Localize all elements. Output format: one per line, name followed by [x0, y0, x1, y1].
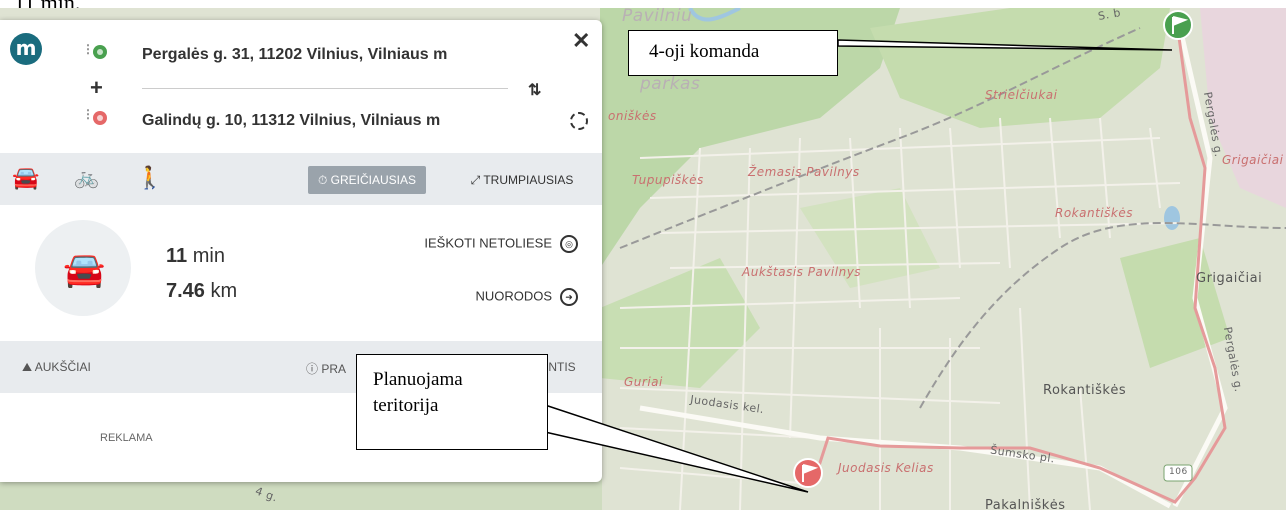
origin-pin-icon — [93, 45, 107, 59]
map-label-zemasis-pavilnys: Žemasis Pavilnys — [748, 165, 860, 179]
map-label-juodasis-kelias: Juodasis Kelias — [838, 461, 934, 475]
walk-mode-icon[interactable]: 🚶 — [136, 165, 163, 191]
map-label-rokantiskes: Rokantiškės — [1043, 383, 1127, 398]
origin-fade — [448, 44, 508, 66]
map-label-aukstasis-pavilnys: Aukštasis Pavilnys — [742, 265, 862, 279]
elevation-label: AUKŠČIAI — [34, 360, 91, 374]
search-nearby-icon: ◎ — [560, 235, 578, 253]
advertisement-label: REKLAMA — [100, 432, 153, 444]
map-label-guriai: Guriai — [624, 375, 663, 389]
map-label-strielciukai: Strielčiukai — [985, 88, 1058, 102]
directions-icon: ➜ — [560, 288, 578, 306]
bike-mode-icon[interactable]: 🚲 — [74, 165, 99, 190]
distance-value: 7.46 — [166, 280, 205, 302]
duration-value: 11 — [166, 245, 188, 267]
add-stop-icon[interactable]: + — [90, 75, 103, 101]
search-nearby-link[interactable]: IEŠKOTI NETOLIESE ◎ — [410, 235, 578, 253]
car-summary-circle: 🚘 — [35, 220, 131, 316]
drag-handle-destination-icon[interactable]: ⋮ — [82, 108, 94, 120]
duration-stat: 11 min — [166, 245, 225, 268]
distance-stat: 7.46 km — [166, 280, 237, 303]
map-label-grigaiciai: Grigaičiai — [1196, 271, 1263, 286]
planned-territory-callout: Planuojama teritorija — [356, 354, 548, 450]
duration-unit: min — [192, 245, 225, 267]
locate-icon[interactable] — [570, 112, 588, 130]
app-logo[interactable]: m — [10, 33, 42, 65]
destination-pin-icon — [93, 111, 107, 125]
share-button[interactable]: INTIS — [545, 360, 576, 374]
planned-callout-line2: teritorija — [373, 395, 439, 416]
map-road-number-106: 106 — [1169, 467, 1188, 477]
map-label-grigaiciai-italic: Grigaičiai — [1222, 153, 1284, 167]
report-button[interactable]: ⓘ PRA — [306, 360, 346, 377]
search-nearby-label: IEŠKOTI NETOLIESE — [424, 235, 552, 251]
car-icon: 🚘 — [63, 251, 106, 289]
address-divider — [142, 88, 508, 89]
elevation-icon: ⛰ — [22, 360, 33, 374]
destination-fade — [448, 110, 508, 132]
transport-mode-bar: 🚘 🚲 🚶 ⏱ GREIČIAUSIAS ⤢ TRUMPIAUSIAS — [0, 153, 602, 205]
distance-unit: km — [210, 280, 238, 302]
map-label-niskes: oniškės — [608, 109, 657, 123]
elevation-button[interactable]: ⛰ AUKŠČIAI — [22, 360, 91, 375]
map-label-pakalniskes: Pakalniškės — [985, 498, 1066, 510]
map-label-tuputiskes: Tupupiškės — [632, 173, 704, 187]
directions-link[interactable]: NUORODOS ➜ — [410, 288, 578, 306]
close-icon[interactable]: ✕ — [572, 28, 590, 54]
info-icon: ⓘ — [306, 362, 319, 376]
map-label-parkas: parkas — [640, 74, 701, 94]
swap-icon[interactable]: ⇅ — [528, 80, 541, 100]
directions-label: NUORODOS — [475, 288, 552, 304]
map-label-pavilniu: Pavilniu — [622, 8, 693, 26]
shortest-route-button[interactable]: ⤢ TRUMPIAUSIAS — [458, 166, 586, 194]
report-label: PRA — [321, 362, 347, 376]
team-callout: 4-oji komanda — [628, 30, 838, 76]
car-mode-icon[interactable]: 🚘 — [12, 165, 39, 191]
map-label-rokantiskes-italic: Rokantiškės — [1055, 206, 1133, 220]
fastest-route-button[interactable]: ⏱ GREIČIAUSIAS — [308, 166, 426, 194]
planned-callout-line1: Planuojama — [373, 369, 463, 390]
team-callout-text: 4-oji komanda — [649, 41, 760, 62]
